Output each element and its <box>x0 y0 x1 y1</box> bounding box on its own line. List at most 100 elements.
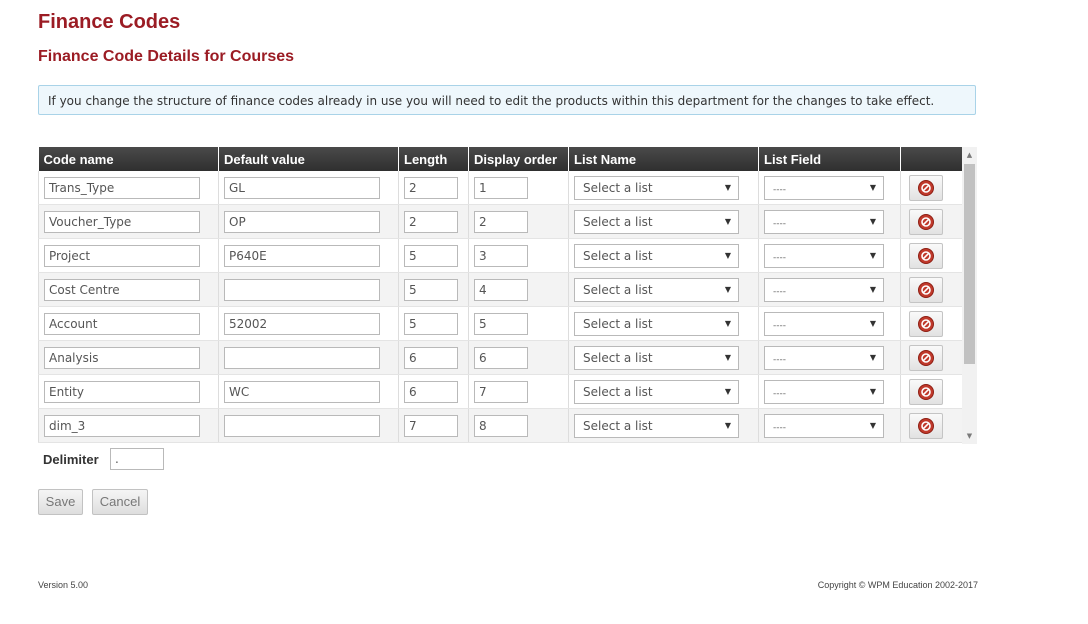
cancel-button[interactable]: Cancel <box>92 489 148 515</box>
table-row: Entity WC 6 7 Select a list ▼ ---- ▼ <box>38 374 963 409</box>
list-field-select[interactable]: ---- ▼ <box>764 243 884 268</box>
save-button[interactable]: Save <box>38 489 83 515</box>
delete-row-button[interactable] <box>909 412 943 439</box>
cell-code-name: Trans_Type <box>38 171 219 205</box>
delete-icon <box>918 417 934 434</box>
display-order-input[interactable]: 8 <box>474 414 528 437</box>
cell-length: 5 <box>398 306 469 341</box>
list-name-select[interactable]: Select a list ▼ <box>574 413 739 438</box>
length-input[interactable]: 2 <box>404 176 458 199</box>
cell-default-value: OP <box>218 204 399 239</box>
default-value-input[interactable] <box>224 346 380 369</box>
length-input[interactable]: 5 <box>404 278 458 301</box>
code-name-input[interactable]: Cost Centre <box>44 278 200 301</box>
cell-default-value: WC <box>218 374 399 409</box>
length-input[interactable]: 5 <box>404 312 458 335</box>
code-name-input[interactable]: Entity <box>44 380 200 403</box>
cell-code-name: Account <box>38 306 219 341</box>
chevron-down-icon: ▼ <box>724 182 731 192</box>
scroll-down-arrow-icon[interactable]: ▼ <box>962 428 977 444</box>
cell-list-name: Select a list ▼ <box>568 408 759 443</box>
list-field-select[interactable]: ---- ▼ <box>764 175 884 200</box>
default-value-input[interactable]: OP <box>224 210 380 233</box>
list-name-select[interactable]: Select a list ▼ <box>574 311 739 336</box>
list-name-select[interactable]: Select a list ▼ <box>574 175 739 200</box>
cell-code-name: Analysis <box>38 340 219 375</box>
scroll-up-arrow-icon[interactable]: ▲ <box>962 147 977 163</box>
cell-list-field: ---- ▼ <box>758 204 901 239</box>
list-name-select[interactable]: Select a list ▼ <box>574 277 739 302</box>
code-name-input[interactable]: Account <box>44 312 200 335</box>
cell-list-name: Select a list ▼ <box>568 171 759 205</box>
cell-default-value <box>218 272 399 307</box>
display-order-input[interactable]: 6 <box>474 346 528 369</box>
list-field-select[interactable]: ---- ▼ <box>764 413 884 438</box>
list-field-select[interactable]: ---- ▼ <box>764 311 884 336</box>
header-list-name: List Name <box>568 147 759 171</box>
code-name-input[interactable]: Project <box>44 244 200 267</box>
list-name-select[interactable]: Select a list ▼ <box>574 243 739 268</box>
delete-row-button[interactable] <box>909 208 943 235</box>
cell-actions <box>900 272 963 307</box>
delete-icon <box>918 213 934 230</box>
display-order-input[interactable]: 5 <box>474 312 528 335</box>
delete-icon <box>918 383 934 400</box>
list-field-selected: ---- <box>773 286 786 297</box>
list-field-select[interactable]: ---- ▼ <box>764 379 884 404</box>
list-field-select[interactable]: ---- ▼ <box>764 277 884 302</box>
code-name-input[interactable]: Voucher_Type <box>44 210 200 233</box>
delete-row-button[interactable] <box>909 276 943 303</box>
list-field-select[interactable]: ---- ▼ <box>764 209 884 234</box>
default-value-input[interactable]: GL <box>224 176 380 199</box>
code-name-input[interactable]: Analysis <box>44 346 200 369</box>
cell-list-field: ---- ▼ <box>758 374 901 409</box>
cell-code-name: Cost Centre <box>38 272 219 307</box>
default-value-input[interactable]: 52002 <box>224 312 380 335</box>
display-order-input[interactable]: 3 <box>474 244 528 267</box>
delete-row-button[interactable] <box>909 310 943 337</box>
table-row: Account 52002 5 5 Select a list ▼ ---- ▼ <box>38 306 963 341</box>
default-value-input[interactable]: WC <box>224 380 380 403</box>
list-name-selected: Select a list <box>583 282 653 297</box>
display-order-input[interactable]: 2 <box>474 210 528 233</box>
delete-row-button[interactable] <box>909 378 943 405</box>
default-value-input[interactable]: P640E <box>224 244 380 267</box>
cell-list-name: Select a list ▼ <box>568 306 759 341</box>
delimiter-input[interactable]: . <box>110 448 164 470</box>
list-name-select[interactable]: Select a list ▼ <box>574 345 739 370</box>
delete-row-button[interactable] <box>909 242 943 269</box>
delete-row-button[interactable] <box>909 344 943 371</box>
length-input[interactable]: 6 <box>404 346 458 369</box>
table-scrollbar[interactable]: ▲ ▼ <box>962 147 977 444</box>
code-name-input[interactable]: dim_3 <box>44 414 200 437</box>
chevron-down-icon: ▼ <box>724 352 731 362</box>
list-name-selected: Select a list <box>583 180 653 195</box>
cell-list-field: ---- ▼ <box>758 340 901 375</box>
default-value-input[interactable] <box>224 278 380 301</box>
header-default-value: Default value <box>218 147 399 171</box>
list-field-selected: ---- <box>773 388 786 399</box>
display-order-input[interactable]: 4 <box>474 278 528 301</box>
cell-display-order: 2 <box>468 204 569 239</box>
finance-codes-page: Finance Codes Finance Code Details for C… <box>0 0 1088 624</box>
list-name-select[interactable]: Select a list ▼ <box>574 379 739 404</box>
chevron-down-icon: ▼ <box>869 182 876 192</box>
delete-row-button[interactable] <box>909 174 943 201</box>
length-input[interactable]: 2 <box>404 210 458 233</box>
cell-actions <box>900 238 963 273</box>
cell-actions <box>900 306 963 341</box>
default-value-input[interactable] <box>224 414 380 437</box>
length-input[interactable]: 6 <box>404 380 458 403</box>
code-name-input[interactable]: Trans_Type <box>44 176 200 199</box>
list-field-select[interactable]: ---- ▼ <box>764 345 884 370</box>
scroll-thumb[interactable] <box>964 164 975 364</box>
list-name-select[interactable]: Select a list ▼ <box>574 209 739 234</box>
display-order-input[interactable]: 7 <box>474 380 528 403</box>
length-input[interactable]: 7 <box>404 414 458 437</box>
header-length: Length <box>398 147 469 171</box>
display-order-input[interactable]: 1 <box>474 176 528 199</box>
length-input[interactable]: 5 <box>404 244 458 267</box>
header-actions <box>900 147 963 171</box>
cell-default-value: 52002 <box>218 306 399 341</box>
table-header-row: Code name Default value Length Display o… <box>38 147 963 171</box>
